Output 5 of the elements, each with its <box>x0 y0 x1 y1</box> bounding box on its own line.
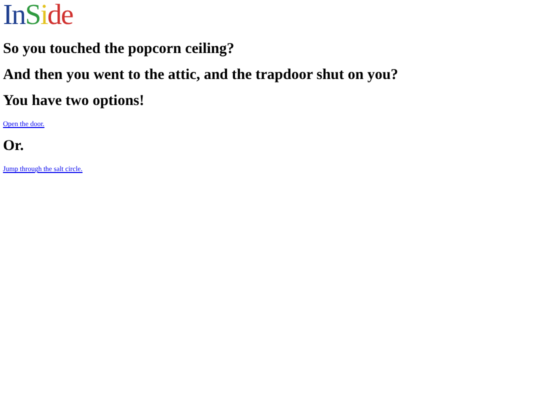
heading: So you touched the popcorn ceiling? <box>3 40 236 58</box>
heading: Or. <box>3 137 25 155</box>
heading: You have two options! <box>3 92 146 110</box>
heading: And then you went to the attic, and the trapdoor shut on you? <box>3 66 400 84</box>
logo: InSide <box>3 2 73 28</box>
